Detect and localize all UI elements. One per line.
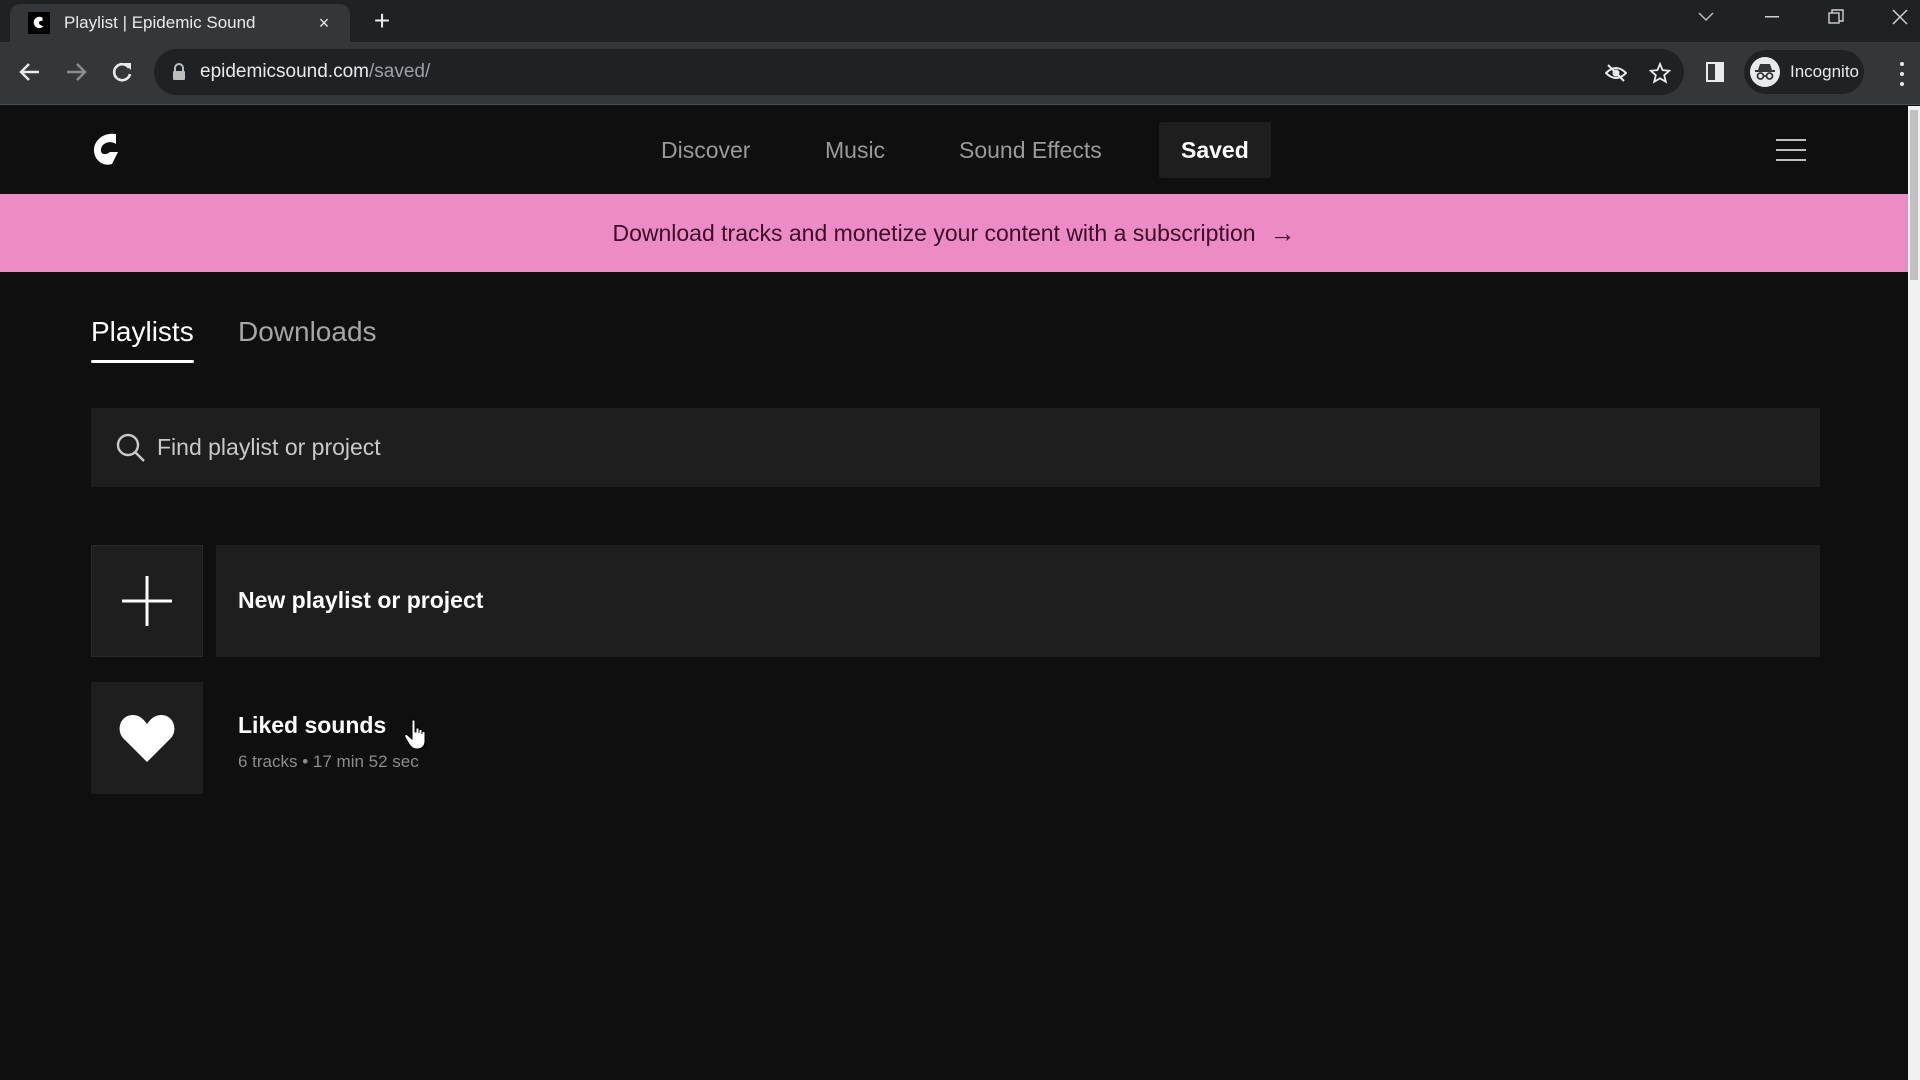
tracking-protection-eye-off-icon[interactable] (1604, 61, 1628, 85)
back-button[interactable] (14, 56, 46, 88)
hand-pointer-cursor-icon (404, 719, 426, 750)
promo-text: Download tracks and monetize your conten… (612, 219, 1256, 246)
browser-menu-icon[interactable] (1896, 60, 1908, 88)
active-tab-underline (91, 360, 194, 363)
address-bar[interactable]: epidemicsound.com/saved/ (154, 49, 1684, 95)
url-text: epidemicsound.com/saved/ (200, 61, 430, 83)
minimize-icon[interactable] (1742, 0, 1802, 34)
new-playlist-thumb[interactable] (91, 545, 203, 657)
playlist-search (91, 408, 1820, 487)
playlist-search-input[interactable] (157, 434, 1757, 461)
nav-discover[interactable]: Discover (661, 122, 750, 178)
epidemic-sound-logo-icon[interactable] (90, 130, 122, 168)
forward-button[interactable] (60, 56, 92, 88)
subscription-promo-banner[interactable]: Download tracks and monetize your conten… (0, 194, 1908, 272)
tab-title: Playlist | Epidemic Sound (64, 13, 256, 32)
playlist-meta: 6 tracks • 17 min 52 sec (238, 752, 419, 771)
page-content: Discover Music Sound Effects Saved Downl… (0, 106, 1908, 1080)
epidemic-sound-favicon-icon (28, 12, 50, 34)
reload-button[interactable] (106, 56, 138, 88)
tab-downloads-label: Downloads (238, 316, 377, 347)
nav-sound-effects[interactable]: Sound Effects (959, 122, 1102, 178)
arrow-right-icon: → (1269, 217, 1296, 248)
forward-arrow-icon (67, 63, 87, 81)
side-panel-icon[interactable] (1706, 62, 1724, 87)
incognito-profile-button[interactable]: Incognito (1744, 50, 1864, 94)
playlist-item-liked-sounds[interactable]: Liked sounds 6 tracks • 17 min 52 sec (91, 682, 1820, 794)
plus-icon (122, 576, 172, 626)
bookmark-star-icon[interactable] (1648, 61, 1672, 85)
site-header: Discover Music Sound Effects Saved (0, 106, 1908, 194)
browser-tabstrip: Playlist | Epidemic Sound × + (0, 0, 1920, 42)
new-playlist-button[interactable]: New playlist or project (91, 545, 1820, 657)
new-playlist-label: New playlist or project (238, 587, 484, 613)
restore-icon[interactable] (1806, 0, 1866, 34)
tab-downloads[interactable]: Downloads (238, 316, 377, 348)
browser-tab[interactable]: Playlist | Epidemic Sound × (10, 4, 350, 42)
lock-icon (173, 63, 185, 80)
incognito-label: Incognito (1790, 62, 1859, 81)
incognito-icon (1750, 57, 1780, 87)
reload-icon (112, 62, 132, 82)
tab-close-icon[interactable]: × (312, 11, 336, 35)
nav-music[interactable]: Music (825, 122, 885, 178)
tab-playlists[interactable]: Playlists (91, 316, 194, 363)
url-domain: epidemicsound.com (200, 61, 369, 82)
browser-toolbar: epidemicsound.com/saved/ Incognito (0, 42, 1920, 105)
liked-sounds-thumb[interactable] (91, 682, 203, 794)
url-path: /saved/ (368, 61, 431, 82)
heart-icon (119, 715, 175, 762)
search-icon (116, 433, 145, 462)
tab-playlists-label: Playlists (91, 316, 194, 347)
scrollbar-thumb[interactable] (1910, 110, 1918, 280)
tab-search-chevron-icon[interactable] (1676, 0, 1736, 34)
page-scrollbar[interactable] (1908, 106, 1920, 1080)
hamburger-menu-icon[interactable] (1776, 139, 1806, 161)
close-window-icon[interactable] (1870, 0, 1920, 34)
new-tab-button[interactable]: + (368, 7, 396, 36)
nav-saved[interactable]: Saved (1159, 122, 1271, 178)
playlist-name: Liked sounds (238, 712, 387, 738)
back-arrow-icon (19, 63, 39, 81)
